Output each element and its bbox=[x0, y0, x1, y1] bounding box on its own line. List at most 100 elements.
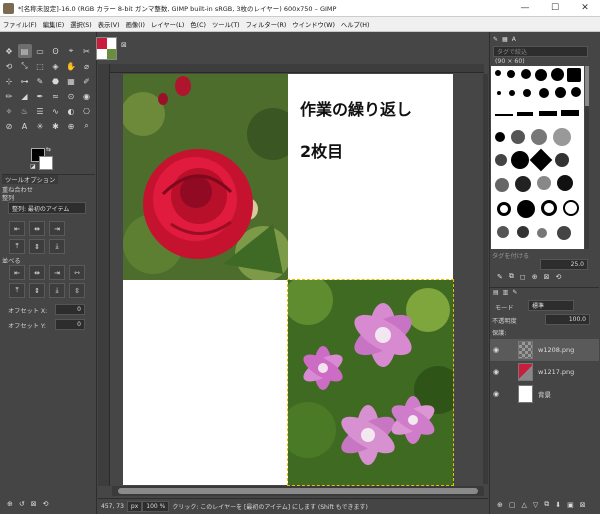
tool-options-tab-label[interactable]: ツールオプション bbox=[2, 174, 59, 184]
color-balance-tool-icon[interactable]: ✳ bbox=[33, 119, 47, 133]
layer-name[interactable]: w1208.png bbox=[538, 346, 574, 354]
mypaint-brush-tool-icon[interactable]: ♨ bbox=[18, 104, 32, 118]
brush-item[interactable] bbox=[495, 132, 505, 142]
rotate-tool-icon[interactable]: ⟲ bbox=[2, 59, 16, 73]
menu-view[interactable]: 表示(V) bbox=[95, 20, 123, 29]
eraser-tool-icon[interactable]: ◢ bbox=[18, 89, 32, 103]
paths-tool-icon[interactable]: ⊹ bbox=[2, 74, 16, 88]
brush-item[interactable] bbox=[517, 112, 533, 116]
brushes-scrollbar[interactable] bbox=[585, 66, 589, 249]
offset-y-input[interactable]: 0 bbox=[55, 319, 85, 330]
brush-item[interactable] bbox=[495, 70, 501, 76]
brush-item[interactable] bbox=[563, 200, 579, 216]
layers-tab-icon[interactable]: ▤ bbox=[493, 289, 499, 296]
brush-item[interactable] bbox=[551, 68, 564, 81]
brush-item[interactable] bbox=[523, 89, 531, 97]
fuzzy-select-tool-icon[interactable]: ⌖ bbox=[64, 44, 78, 58]
measure-tool-icon[interactable]: ⌀ bbox=[80, 59, 94, 73]
move-tool-icon[interactable]: ✥ bbox=[2, 44, 16, 58]
distribute-h-gap-button[interactable]: ⇿ bbox=[69, 265, 85, 280]
patterns-tab-icon[interactable]: ▦ bbox=[502, 36, 508, 43]
brush-item[interactable] bbox=[509, 90, 515, 96]
brush-item[interactable] bbox=[537, 228, 547, 238]
brush-item[interactable] bbox=[541, 200, 557, 216]
color-picker-tool-icon[interactable]: ⊘ bbox=[2, 119, 16, 133]
swap-colors-icon[interactable]: ⇆ bbox=[46, 146, 51, 153]
save-options-icon[interactable]: ⊕ bbox=[7, 500, 13, 508]
airbrush-tool-icon[interactable]: ✏ bbox=[2, 89, 16, 103]
menu-windows[interactable]: ウインドウ(W) bbox=[289, 20, 338, 29]
distribute-left-button[interactable]: ⇤ bbox=[9, 265, 25, 280]
menu-filters[interactable]: フィルター(R) bbox=[243, 20, 290, 29]
heal-tool-icon[interactable]: ◉ bbox=[80, 89, 94, 103]
opacity-input[interactable]: 100.0 bbox=[545, 314, 590, 325]
brush-item[interactable] bbox=[529, 148, 553, 172]
brush-tag-input[interactable]: タグを付ける bbox=[492, 251, 529, 260]
brush-item[interactable] bbox=[561, 110, 579, 116]
merge-down-icon[interactable]: ⬇ bbox=[555, 501, 561, 509]
distribute-right-button[interactable]: ⇥ bbox=[49, 265, 65, 280]
distribute-bottom-button[interactable]: ⤓ bbox=[49, 283, 65, 298]
copy-brush-location-icon[interactable]: ⊕ bbox=[532, 273, 538, 281]
scissors-tool-icon[interactable]: ✂ bbox=[80, 44, 94, 58]
brush-item[interactable] bbox=[531, 129, 547, 145]
free-select-tool-icon[interactable]: ʘ bbox=[49, 44, 63, 58]
close-image-tab-icon[interactable]: ⊠ bbox=[121, 41, 127, 49]
menu-layer[interactable]: レイヤー(L) bbox=[148, 20, 187, 29]
brush-item[interactable] bbox=[539, 88, 549, 98]
eye-icon[interactable]: ◉ bbox=[490, 368, 502, 376]
zoom-tool-icon[interactable]: ⌕ bbox=[80, 119, 94, 133]
brush-item[interactable] bbox=[553, 128, 571, 146]
vertical-scrollbar[interactable] bbox=[483, 74, 488, 484]
horizontal-scrollbar[interactable] bbox=[112, 486, 484, 496]
default-colors-icon[interactable]: ◪ bbox=[30, 163, 36, 170]
brush-item[interactable] bbox=[517, 200, 535, 218]
brush-tag-filter[interactable]: タグで絞込 bbox=[493, 46, 588, 57]
brush-item[interactable] bbox=[511, 130, 525, 144]
align-right-edge-button[interactable]: ⇥ bbox=[49, 221, 65, 236]
brush-item[interactable] bbox=[511, 151, 529, 169]
warp-tool-icon[interactable]: ✋ bbox=[64, 59, 78, 73]
eye-icon[interactable]: ◉ bbox=[490, 346, 502, 354]
distribute-top-button[interactable]: ⤒ bbox=[9, 283, 25, 298]
brush-item[interactable] bbox=[517, 226, 529, 238]
brush-item[interactable] bbox=[507, 70, 515, 78]
layer-name[interactable]: 背景 bbox=[538, 389, 551, 399]
brush-item[interactable] bbox=[557, 175, 573, 191]
paintbrush-tool-icon[interactable]: ✐ bbox=[80, 74, 94, 88]
brush-item[interactable] bbox=[495, 154, 507, 166]
new-layer-icon[interactable]: ⊕ bbox=[497, 501, 503, 509]
brush-item[interactable] bbox=[495, 114, 513, 116]
restore-options-icon[interactable]: ↺ bbox=[19, 500, 25, 508]
brush-item[interactable] bbox=[497, 202, 511, 216]
distribute-v-gap-button[interactable]: ⇳ bbox=[69, 283, 85, 298]
unified-transform-tool-icon[interactable]: ◈ bbox=[49, 59, 63, 73]
align-bottom-edge-button[interactable]: ⤓ bbox=[49, 239, 65, 254]
menu-help[interactable]: ヘルプ(H) bbox=[338, 20, 373, 29]
distribute-v-center-button[interactable]: ⇕ bbox=[29, 283, 45, 298]
layer-mode-dropdown[interactable]: 標準 bbox=[528, 300, 574, 311]
menu-colors[interactable]: 色(C) bbox=[187, 20, 209, 29]
dodge-burn-tool-icon[interactable]: ✧ bbox=[2, 104, 16, 118]
refresh-brushes-icon[interactable]: ⟲ bbox=[555, 273, 561, 281]
reset-options-icon[interactable]: ⟲ bbox=[43, 500, 49, 508]
duplicate-layer-icon[interactable]: ⧉ bbox=[544, 500, 549, 509]
align-top-edge-button[interactable]: ⤒ bbox=[9, 239, 25, 254]
brush-item[interactable] bbox=[497, 91, 501, 95]
clone-tool-icon[interactable]: ⊙ bbox=[64, 89, 78, 103]
paths-tab-icon[interactable]: ✎ bbox=[512, 289, 517, 296]
brush-item[interactable] bbox=[495, 178, 509, 192]
offset-x-input[interactable]: 0 bbox=[55, 304, 85, 315]
rect-select-tool-icon[interactable]: ▭ bbox=[33, 44, 47, 58]
delete-layer-icon[interactable]: ⊠ bbox=[580, 501, 586, 509]
blur-tool-icon[interactable]: ∿ bbox=[49, 104, 63, 118]
image-tab-thumbnail[interactable] bbox=[96, 37, 117, 60]
brush-spacing-input[interactable]: 25.0 bbox=[540, 259, 588, 270]
text-tool-icon[interactable]: A bbox=[18, 119, 32, 133]
crop-tool-icon[interactable]: ⬚ bbox=[33, 59, 47, 73]
layer-name[interactable]: w1217.png bbox=[538, 368, 574, 376]
layer-row-background[interactable]: ◉ 背景 bbox=[490, 383, 599, 405]
distribute-h-center-button[interactable]: ⇹ bbox=[29, 265, 45, 280]
brush-item[interactable] bbox=[521, 69, 531, 79]
handle-transform-tool-icon[interactable]: ✱ bbox=[49, 119, 63, 133]
